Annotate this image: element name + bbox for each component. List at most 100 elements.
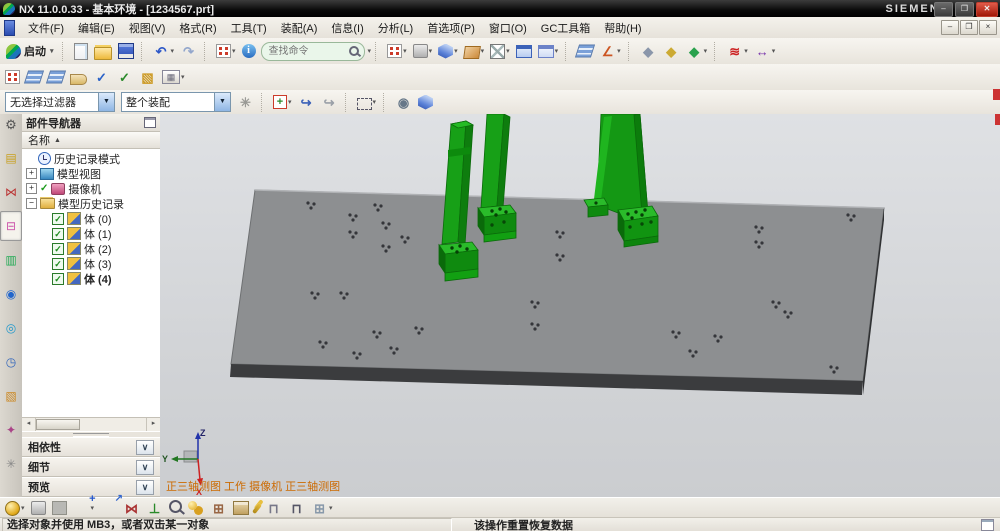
chevron-down-icon[interactable]: ∨	[136, 459, 154, 475]
menu-item-3[interactable]: 视图(V)	[122, 18, 173, 38]
dropdown-arrow-icon[interactable]: ▾	[368, 47, 372, 55]
display-info-icon[interactable]: i	[240, 40, 258, 62]
dropdown-arrow-icon[interactable]: ▾	[21, 504, 25, 512]
minimize-button[interactable]: –	[934, 2, 953, 17]
dropdown-arrow-icon[interactable]: ▾	[481, 47, 485, 55]
horizontal-scrollbar[interactable]: ◂ ▸	[22, 417, 160, 431]
history-tab[interactable]: ◷	[0, 347, 22, 377]
chevron-down-icon[interactable]: ∨	[136, 479, 154, 495]
dropdown-arrow-icon[interactable]: ▾	[171, 47, 175, 55]
menu-item-11[interactable]: GC工具箱	[534, 18, 598, 38]
child-window-icon[interactable]	[4, 19, 15, 36]
tree-row[interactable]: ✓ 体 (4)	[22, 271, 160, 286]
panel-section-1[interactable]: 相依性 ∨	[22, 437, 160, 457]
orient-view-icon[interactable]: ▾	[462, 40, 487, 62]
base-plate-body[interactable]	[230, 189, 885, 395]
start-menu-button[interactable]: 启动 ▾	[2, 40, 58, 62]
hd3d-tools-tab[interactable]: ◉	[0, 279, 22, 309]
menu-item-4[interactable]: 格式(R)	[172, 18, 223, 38]
wireframe-view-icon[interactable]: ▾	[488, 40, 512, 62]
shaded-view-icon[interactable]: ▾	[436, 40, 460, 62]
menu-item-2[interactable]: 编辑(E)	[71, 18, 122, 38]
panel-section-2[interactable]: 细节 ∨	[22, 457, 160, 477]
selection-filter-dropdown[interactable]: 无选择过滤器 ▼	[5, 92, 115, 112]
menu-item-6[interactable]: 装配(A)	[274, 18, 325, 38]
dropdown-arrow-icon[interactable]: ▾	[744, 47, 748, 55]
menu-item-8[interactable]: 分析(L)	[371, 18, 420, 38]
menu-item-7[interactable]: 信息(I)	[324, 18, 370, 38]
snap-diamond-icon[interactable]: ◆	[638, 40, 659, 62]
component-preview-icon[interactable]	[50, 497, 69, 519]
remember-constraints-icon[interactable]	[252, 497, 262, 519]
visibility-checkbox[interactable]: ✓	[52, 227, 64, 240]
dropdown-arrow-icon[interactable]: ▾	[181, 73, 185, 81]
dropdown-arrow-icon[interactable]: ▾	[329, 504, 333, 512]
rectangle-select-icon[interactable]: ▾	[355, 91, 379, 113]
menu-item-12[interactable]: 帮助(H)	[597, 18, 648, 38]
dropdown-arrow-icon[interactable]: ▾	[454, 47, 458, 55]
tree-row[interactable]: − 模型历史记录	[22, 196, 160, 211]
dropdown-arrow-icon[interactable]: ▾	[772, 47, 776, 55]
system-scenes-tab[interactable]: ✳	[0, 449, 22, 479]
name-column-header[interactable]: 名称 ▲	[22, 132, 160, 149]
tree-row[interactable]: ✓ 体 (1)	[22, 226, 160, 241]
part-navigator-tab[interactable]: ⊟	[0, 211, 22, 241]
wave-geometry-linker-icon[interactable]: ⊓	[263, 497, 284, 519]
menu-item-10[interactable]: 窗口(O)	[482, 18, 534, 38]
window-cascade-icon[interactable]	[514, 40, 534, 62]
command-finder-input[interactable]	[266, 44, 349, 58]
layer-category-icon[interactable]	[45, 66, 67, 88]
command-finder[interactable]	[260, 41, 365, 61]
close-button[interactable]: ✕	[976, 2, 998, 17]
show-dof-icon[interactable]: ⊥	[144, 497, 165, 519]
measure-distance-icon[interactable]: ↔ ▾	[752, 40, 778, 62]
restore-button[interactable]: ❐	[955, 2, 974, 17]
move-component-icon[interactable]	[98, 493, 123, 519]
tree-row[interactable]: ✓ 体 (0)	[22, 211, 160, 226]
green-column-right-body[interactable]	[477, 114, 517, 243]
pan-view-icon[interactable]: ▾	[411, 40, 435, 62]
interpart-box-icon[interactable]: ▧	[137, 66, 158, 88]
exploded-views-icon[interactable]: ⊞ ▾	[309, 497, 335, 519]
menu-item-5[interactable]: 工具(T)	[224, 18, 274, 38]
status-window-icon[interactable]	[981, 519, 994, 531]
wave-link-check-icon[interactable]: ✓	[91, 66, 112, 88]
layer-settings-icon[interactable]	[575, 40, 596, 62]
scroll-right-icon[interactable]: ▸	[146, 418, 160, 431]
open-component-icon[interactable]	[29, 497, 48, 519]
scrollbar-thumb[interactable]	[36, 419, 80, 430]
process-studio-tab[interactable]: ▧	[0, 381, 22, 411]
roles-tab[interactable]: ✦	[0, 415, 22, 445]
dropdown-arrow-icon[interactable]: ▾	[506, 47, 510, 55]
shaded-select-icon[interactable]	[416, 91, 435, 113]
fit-window-icon[interactable]: ▾	[214, 40, 238, 62]
expand-icon[interactable]: +	[26, 183, 37, 194]
dropdown-arrow-icon[interactable]: ▾	[429, 47, 433, 55]
expand-icon[interactable]: +	[26, 168, 37, 179]
snap-disabled-icon[interactable]: ✳	[235, 91, 256, 113]
find-component-by-name-icon[interactable]	[167, 497, 184, 519]
play-view-icon[interactable]: ◆ ▾	[684, 40, 710, 62]
dropdown-arrow-icon[interactable]: ▼	[214, 93, 230, 111]
pattern-component-icon[interactable]: ⊞	[208, 497, 229, 519]
display-mode-icon[interactable]: ▦ ▾	[160, 66, 187, 88]
reuse-library-tab[interactable]: ▥	[0, 245, 22, 275]
redo-icon[interactable]: ↷	[178, 40, 199, 62]
dropdown-arrow-icon[interactable]: ▾	[91, 504, 95, 512]
child-minimize-button[interactable]: –	[941, 20, 959, 35]
tree-row[interactable]: 历史记录模式	[22, 151, 160, 166]
dropdown-arrow-icon[interactable]: ▾	[403, 47, 407, 55]
gear-diamond-icon[interactable]: ◆	[661, 40, 682, 62]
dropdown-arrow-icon[interactable]: ▾	[288, 98, 292, 106]
menu-item-9[interactable]: 首选项(P)	[420, 18, 482, 38]
window-expand-icon[interactable]: ▾	[536, 40, 561, 62]
datum-csys-icon[interactable]: ∠ ▾	[597, 40, 623, 62]
open-file-icon[interactable]	[92, 40, 114, 62]
dropdown-arrow-icon[interactable]: ▾	[704, 47, 708, 55]
selection-scope-dropdown[interactable]: 整个装配 ▼	[121, 92, 231, 112]
visibility-checkbox[interactable]: ✓	[52, 242, 64, 255]
update-check-icon[interactable]: ✓	[114, 66, 135, 88]
show-hide-component-icon[interactable]	[186, 497, 206, 519]
dropdown-arrow-icon[interactable]: ▼	[98, 93, 114, 111]
visibility-checkbox[interactable]: ✓	[52, 272, 64, 285]
